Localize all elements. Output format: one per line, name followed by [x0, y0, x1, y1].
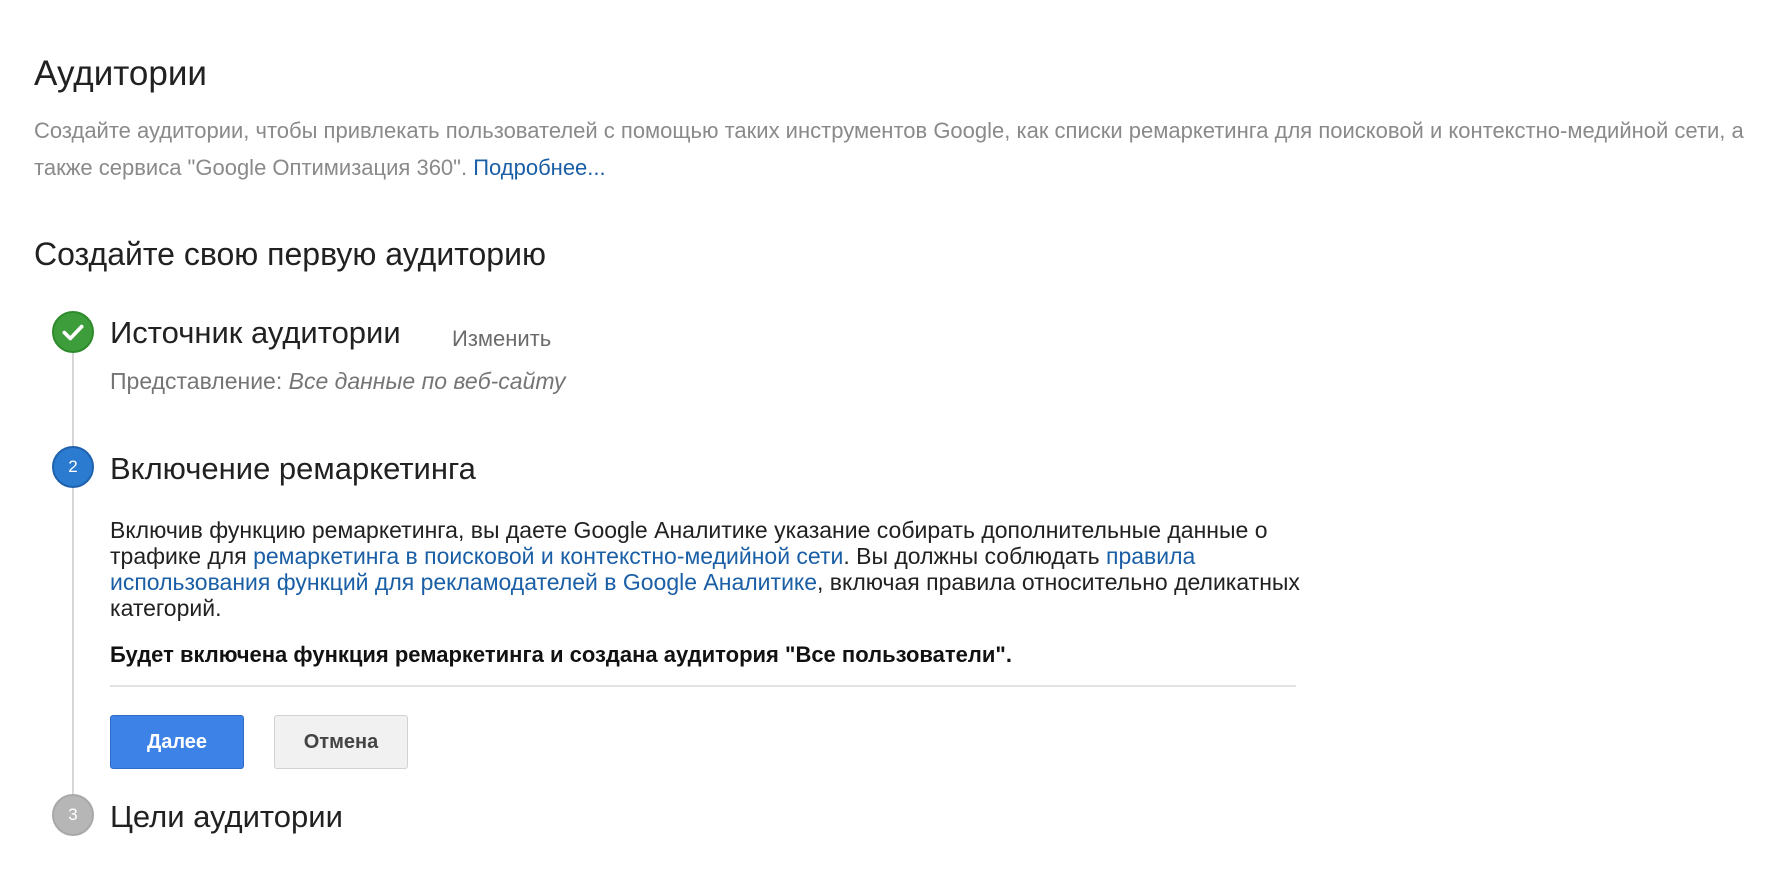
page-title: Аудитории: [34, 54, 207, 93]
step-3-number-badge: 3: [52, 794, 94, 836]
remarketing-notice: Будет включена функция ремаркетинга и со…: [110, 642, 1012, 667]
search-display-remarketing-link[interactable]: ремаркетинга в поисковой и контекстно-ме…: [253, 543, 843, 569]
step-3-title: Цели аудитории: [110, 799, 343, 834]
next-button[interactable]: Далее: [110, 715, 244, 769]
intro-text: Создайте аудитории, чтобы привлекать пол…: [34, 118, 1744, 180]
view-value: Все данные по веб-сайту: [288, 368, 566, 394]
remarketing-text-2: . Вы должны соблюдать: [843, 543, 1106, 569]
page-description: Создайте аудитории, чтобы привлекать пол…: [34, 112, 1764, 186]
edit-audience-source-link[interactable]: Изменить: [452, 324, 551, 354]
remarketing-description: Включив функцию ремаркетинга, вы даете G…: [110, 517, 1310, 621]
cancel-button[interactable]: Отмена: [274, 715, 408, 769]
step-2-title: Включение ремаркетинга: [110, 451, 476, 486]
learn-more-link[interactable]: Подробнее...: [473, 155, 605, 180]
step-2-number-badge: 2: [52, 446, 94, 488]
stepper-line: [72, 350, 74, 810]
view-label: Представление:: [110, 368, 289, 394]
step-1-complete-badge: [52, 311, 94, 353]
step-1-title: Источник аудитории: [110, 315, 401, 350]
checkmark-icon: [62, 324, 84, 341]
step-1-summary: Представление: Все данные по веб-сайту: [110, 365, 566, 397]
section-title: Создайте свою первую аудиторию: [34, 236, 546, 272]
divider: [110, 685, 1296, 687]
